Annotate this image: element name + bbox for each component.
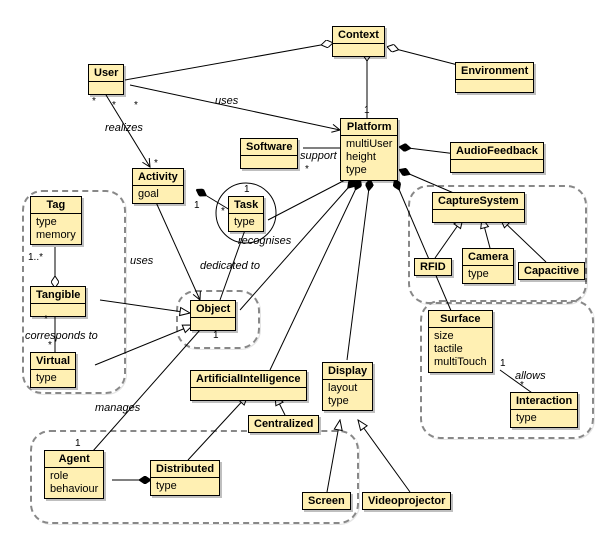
class-screen: Screen [302, 492, 351, 510]
class-platform-name: Platform [341, 119, 397, 136]
mult-task-1: 1 [244, 184, 250, 195]
class-ai: ArtificialIntelligence [190, 370, 307, 401]
class-centralized: Centralized [248, 415, 319, 433]
class-software: Software [240, 138, 298, 169]
class-audiofeedback-name: AudioFeedback [451, 143, 543, 160]
class-distributed: Distributed type [150, 460, 220, 496]
class-display-name: Display [323, 363, 372, 380]
class-platform: Platform multiUser height type [340, 118, 398, 181]
mult-tag-1plus: 1..* [28, 252, 43, 263]
class-task: Task type [228, 196, 264, 232]
class-capturesystem-name: CaptureSystem [433, 193, 524, 210]
mult-object-1: 1 [213, 330, 219, 341]
label-uses-1: uses [215, 95, 238, 107]
class-environment-name: Environment [456, 63, 533, 80]
mult-platform-1: 1 [364, 105, 370, 116]
label-support: support [300, 150, 337, 162]
class-surface-name: Surface [429, 311, 492, 328]
class-tangible-name: Tangible [31, 287, 85, 304]
class-agent-name: Agent [45, 451, 103, 468]
mult-activity-star: * [154, 158, 158, 169]
class-agent: Agent role behaviour [44, 450, 104, 499]
mult-user-star: * [92, 96, 96, 107]
mult-virtual-star: * [48, 340, 52, 351]
class-interaction-name: Interaction [511, 393, 577, 410]
class-distributed-name: Distributed [151, 461, 219, 478]
class-object-name: Object [191, 301, 235, 318]
class-audiofeedback: AudioFeedback [450, 142, 544, 173]
mult-agent-1: 1 [75, 438, 81, 449]
class-virtual: Virtual type [30, 352, 76, 388]
label-dedicatedto: dedicated to [200, 260, 260, 272]
mult-support-star: * [305, 164, 309, 175]
class-centralized-name: Centralized [249, 416, 318, 432]
label-manages: manages [95, 402, 140, 414]
mult-interaction-star: * [520, 380, 524, 391]
class-software-name: Software [241, 139, 297, 156]
class-videoprojector-name: Videoprojector [363, 493, 450, 509]
class-interaction: Interaction type [510, 392, 578, 428]
class-ai-name: ArtificialIntelligence [191, 371, 306, 388]
label-realizes: realizes [105, 122, 143, 134]
mult-tangible-star: * [44, 314, 48, 325]
class-camera-name: Camera [463, 249, 513, 266]
class-capturesystem: CaptureSystem [432, 192, 525, 223]
label-uses-2: uses [130, 255, 153, 267]
class-tag: Tag type memory [30, 196, 82, 245]
label-recognises: recognises [238, 235, 291, 247]
mult-activity-1: 1 [194, 200, 200, 211]
class-context: Context [332, 26, 385, 57]
class-rfid: RFID [414, 258, 452, 276]
class-virtual-name: Virtual [31, 353, 75, 370]
class-user: User [88, 64, 124, 95]
class-tangible: Tangible [30, 286, 86, 317]
class-activity-name: Activity [133, 169, 183, 186]
mult-surface-1: 1 [500, 358, 506, 369]
class-videoprojector: Videoprojector [362, 492, 451, 510]
class-rfid-name: RFID [415, 259, 451, 275]
class-display: Display layout type [322, 362, 373, 411]
mult-task-star: * [221, 206, 225, 217]
class-context-name: Context [333, 27, 384, 44]
class-capacitive-name: Capacitive [519, 263, 584, 279]
class-capacitive: Capacitive [518, 262, 585, 280]
label-correspondsto: corresponds to [25, 330, 98, 342]
mult-realizes-star: * [112, 100, 116, 111]
class-object: Object [190, 300, 236, 331]
class-surface: Surface size tactile multiTouch [428, 310, 493, 373]
class-task-name: Task [229, 197, 263, 214]
class-camera: Camera type [462, 248, 514, 284]
class-screen-name: Screen [303, 493, 350, 509]
mult-user-star2: * [134, 100, 138, 111]
class-tag-name: Tag [31, 197, 81, 214]
class-activity: Activity goal [132, 168, 184, 204]
class-user-name: User [89, 65, 123, 82]
class-environment: Environment [455, 62, 534, 93]
